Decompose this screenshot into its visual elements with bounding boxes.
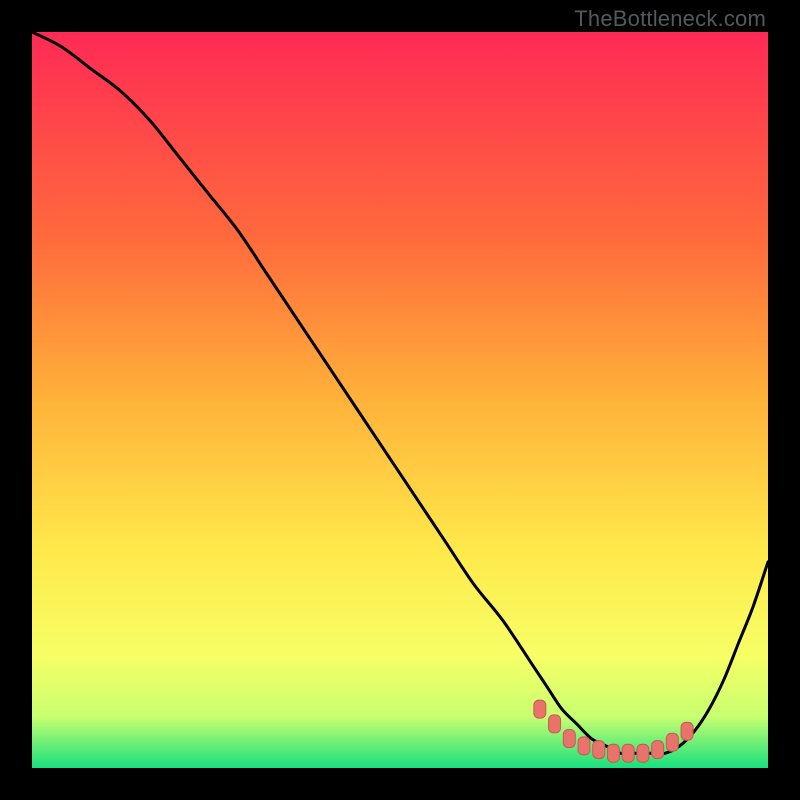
sweet-spot-marker <box>622 744 634 762</box>
sweet-spot-marker <box>534 700 546 718</box>
gradient-background <box>32 32 768 768</box>
sweet-spot-marker <box>563 730 575 748</box>
sweet-spot-marker <box>637 744 649 762</box>
sweet-spot-marker <box>578 737 590 755</box>
sweet-spot-marker <box>549 715 561 733</box>
sweet-spot-marker <box>681 722 693 740</box>
chart-frame: TheBottleneck.com <box>0 0 800 800</box>
plot-area <box>32 32 768 768</box>
plot-svg <box>32 32 768 768</box>
watermark-text: TheBottleneck.com <box>574 6 766 32</box>
sweet-spot-marker <box>607 744 619 762</box>
sweet-spot-marker <box>593 741 605 759</box>
sweet-spot-marker <box>666 733 678 751</box>
sweet-spot-marker <box>652 741 664 759</box>
